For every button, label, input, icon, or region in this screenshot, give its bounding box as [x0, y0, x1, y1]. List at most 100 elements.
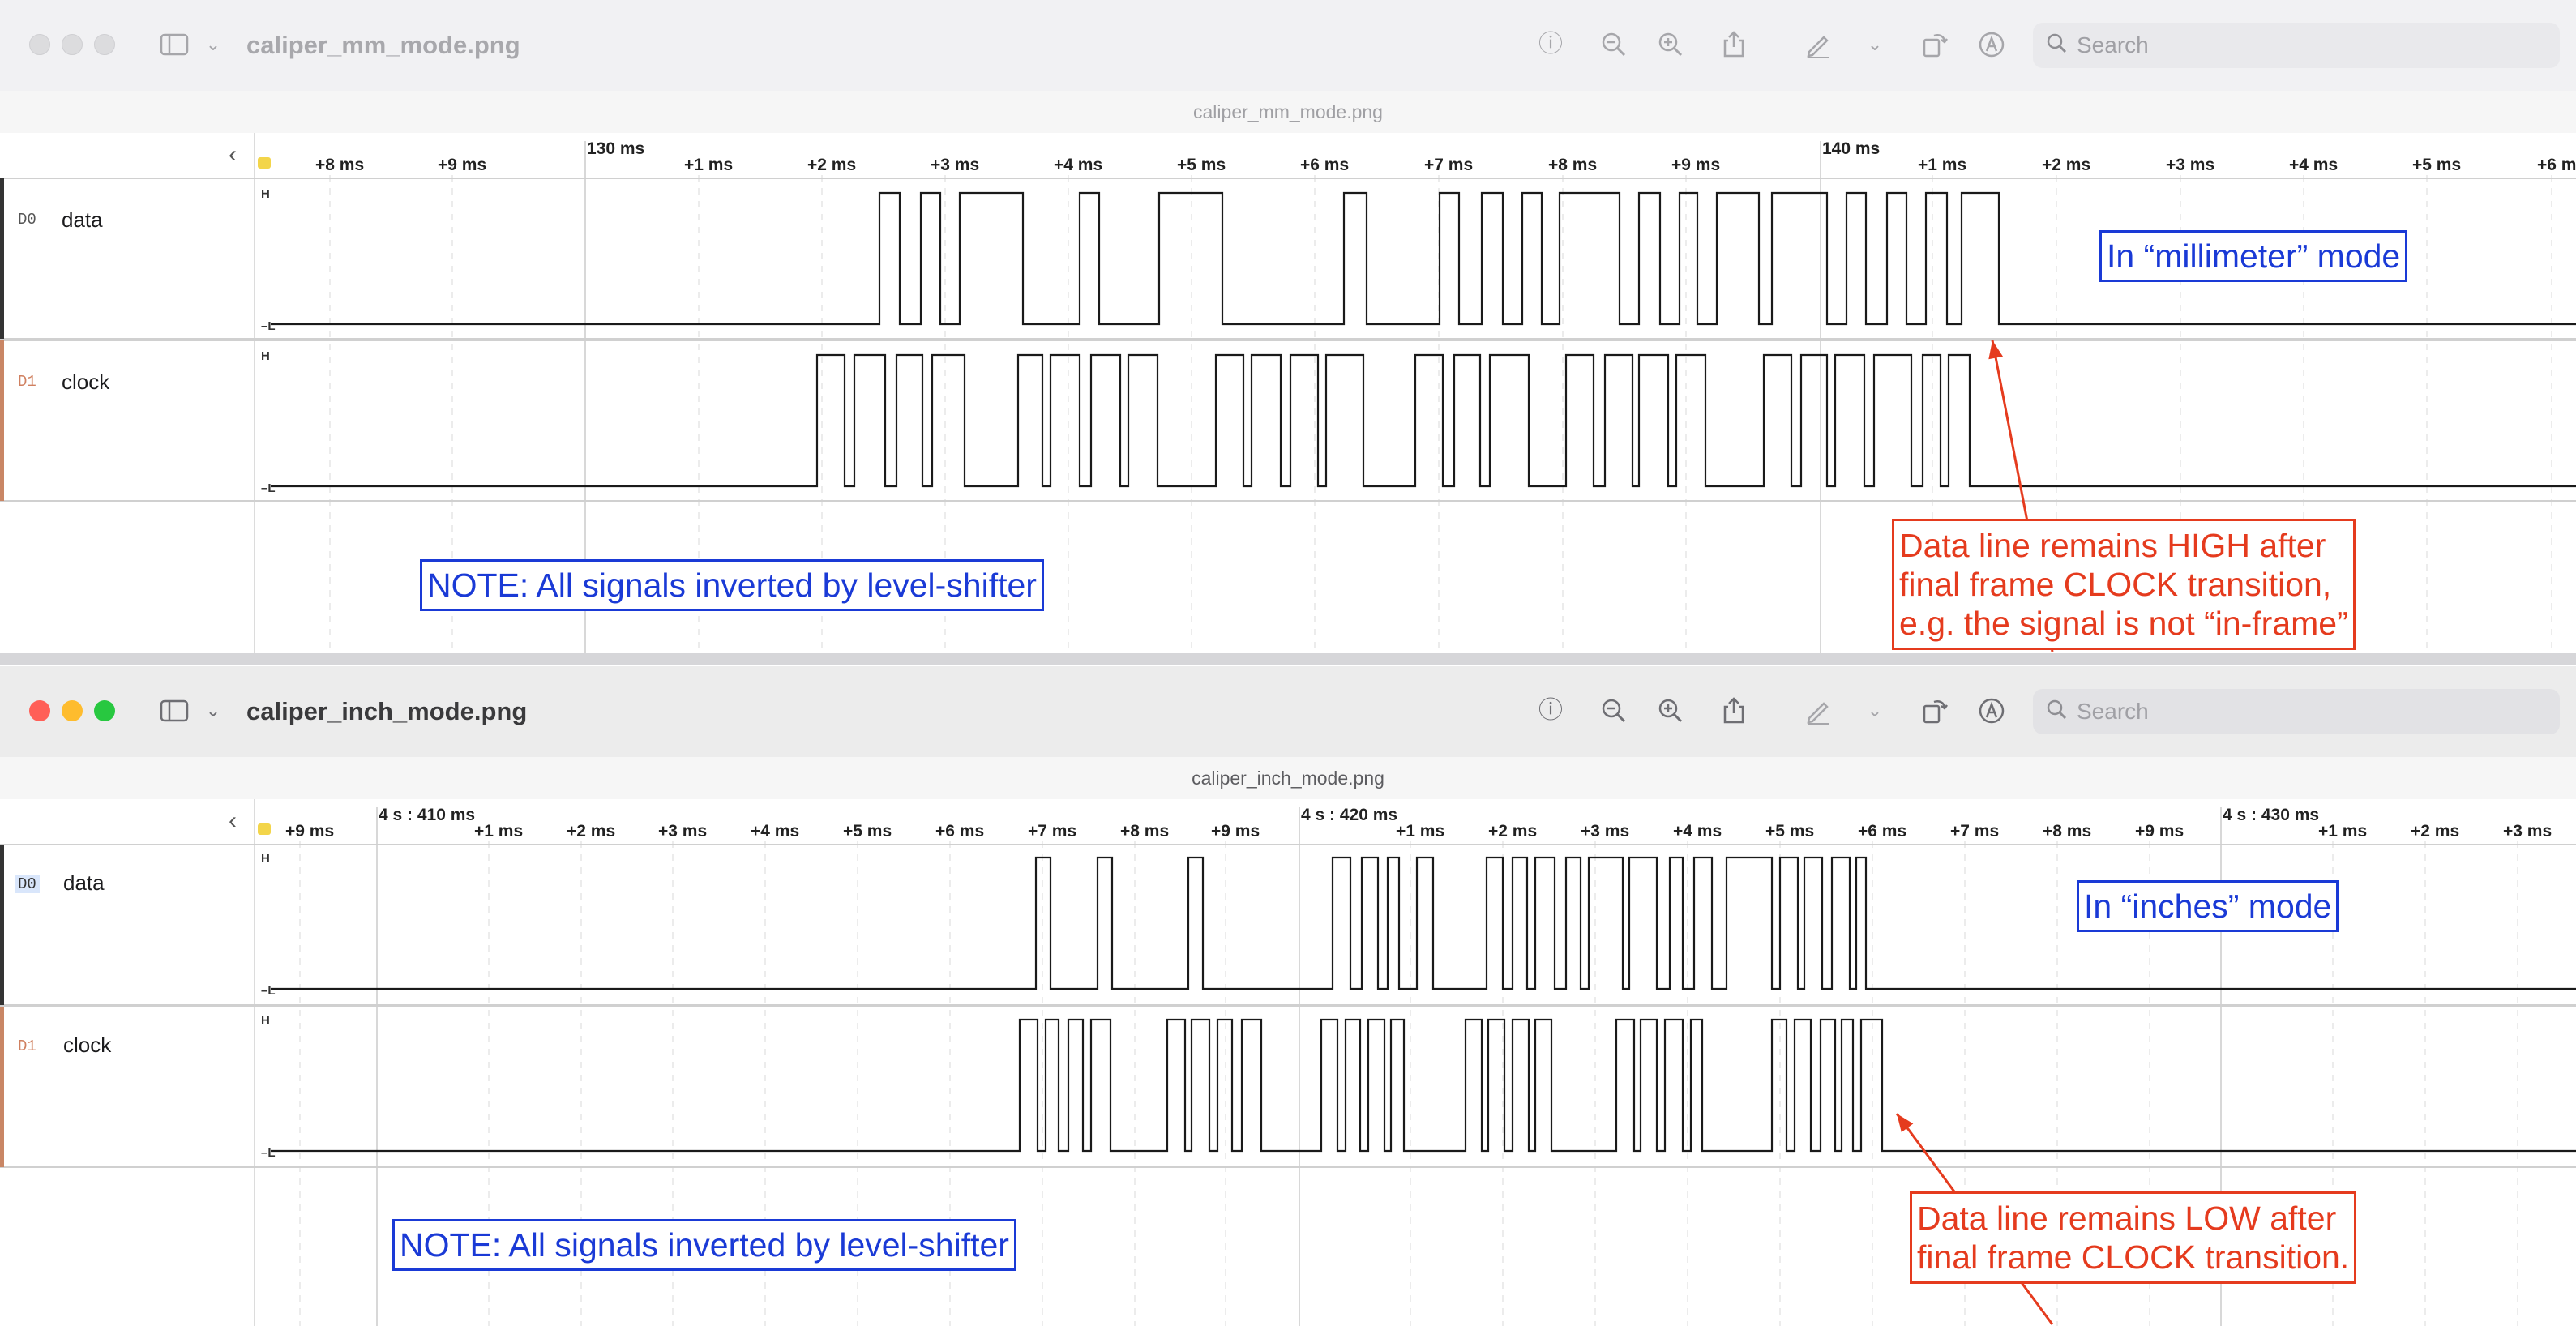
ruler-tick-label: +9 ms — [2135, 822, 2184, 841]
zoom-out-icon[interactable] — [1598, 29, 1629, 60]
ruler-tick-label: +8 ms — [1548, 156, 1597, 174]
ruler-tick-label: +1 ms — [474, 822, 523, 841]
markup-pen-icon[interactable] — [1803, 29, 1834, 60]
channel-color-bar — [0, 178, 4, 339]
ruler-tick-label: +3 ms — [2503, 822, 2552, 841]
ruler-tick-label: +3 ms — [658, 822, 707, 841]
window-caliper-mm: ⌄ caliper_mm_mode.png ⓘ ⌄ Search caliper… — [0, 0, 2576, 665]
info-icon[interactable]: ⓘ — [1535, 29, 1566, 60]
inverted-note: NOTE: All signals inverted by level-shif… — [420, 559, 1044, 611]
channel-color-bar — [0, 1007, 4, 1167]
level-high-label: H — [261, 1014, 270, 1028]
ruler-tick-label: +6 ms — [1300, 156, 1349, 174]
document-subtitle: caliper_inch_mode.png — [0, 757, 2576, 800]
zoom-in-icon[interactable] — [1655, 29, 1686, 60]
zoom-in-icon[interactable] — [1655, 695, 1686, 726]
ruler-tick-label: +6 ms — [2537, 156, 2576, 174]
ruler-tick-label: +8 ms — [2043, 822, 2091, 841]
rotate-icon[interactable] — [1919, 29, 1950, 60]
ruler-tick-label: +1 ms — [2318, 822, 2367, 841]
ruler-tick-label: +9 ms — [438, 156, 486, 174]
level-high-label: H — [261, 852, 270, 866]
search-placeholder: Search — [2077, 32, 2149, 58]
collapse-chevron-icon[interactable]: ‹ — [229, 807, 237, 834]
channel-color-bar — [0, 845, 4, 1005]
ruler-tick-label: +2 ms — [2042, 156, 2090, 174]
collapse-chevron-icon[interactable]: ‹ — [229, 141, 237, 168]
ruler-tick-label: +5 ms — [1177, 156, 1226, 174]
window-edge — [0, 653, 2576, 665]
ruler-tick-label: +5 ms — [2412, 156, 2461, 174]
share-icon[interactable] — [1718, 695, 1749, 726]
chevron-down-icon[interactable]: ⌄ — [1859, 695, 1890, 726]
ruler-tick-label: 4 s : 420 ms — [1301, 806, 1397, 824]
ruler-tick-label: +9 ms — [1671, 156, 1720, 174]
level-high-label: H — [261, 349, 270, 363]
ruler-tick-label: +9 ms — [285, 822, 334, 841]
search-icon — [2044, 697, 2070, 729]
ruler-tick-label: +4 ms — [1673, 822, 1722, 841]
ruler-tick-label: +4 ms — [2289, 156, 2338, 174]
chevron-down-icon[interactable]: ⌄ — [1859, 29, 1890, 60]
level-low-label: –L — [261, 481, 276, 495]
search-field[interactable]: Search — [2033, 689, 2560, 734]
close-window-button[interactable] — [29, 34, 50, 55]
ruler-tick-label: +3 ms — [1581, 822, 1629, 841]
sidebar-toggle-icon[interactable] — [159, 695, 190, 726]
ruler-tick-label: +9 ms — [1211, 822, 1260, 841]
minimize-window-button[interactable] — [62, 700, 83, 721]
rotate-icon[interactable] — [1919, 695, 1950, 726]
markup-pen-icon[interactable] — [1803, 695, 1834, 726]
ruler-tick-label: +1 ms — [1396, 822, 1444, 841]
ruler-tick-label: +7 ms — [1028, 822, 1076, 841]
ruler-tick-label: 4 s : 430 ms — [2223, 806, 2319, 824]
markup-icon[interactable] — [1976, 29, 2007, 60]
ruler-tick-label: +1 ms — [1918, 156, 1966, 174]
zoom-window-button[interactable] — [94, 700, 115, 721]
window-title: caliper_inch_mode.png — [246, 697, 528, 725]
ruler-tick-label: +3 ms — [931, 156, 979, 174]
sidebar-toggle-icon[interactable] — [159, 29, 190, 60]
channel-name-clock: clock — [62, 370, 110, 394]
level-low-label: –L — [261, 1146, 276, 1160]
ruler-tick-label: +4 ms — [751, 822, 799, 841]
ruler-tick-label: +6 ms — [1858, 822, 1906, 841]
cursor-marker[interactable] — [258, 157, 271, 169]
minimize-window-button[interactable] — [62, 34, 83, 55]
close-window-button[interactable] — [29, 700, 50, 721]
ruler-tick-label: 140 ms — [1822, 139, 1880, 158]
search-field[interactable]: Search — [2033, 23, 2560, 68]
channel-color-bar — [0, 340, 4, 501]
ruler-tick-label: +2 ms — [807, 156, 856, 174]
ruler-tick-label: +5 ms — [1765, 822, 1814, 841]
zoom-window-button[interactable] — [94, 34, 115, 55]
title-bar: ⌄ caliper_inch_mode.png ⓘ ⌄ Search — [0, 666, 2576, 757]
markup-icon[interactable] — [1976, 695, 2007, 726]
channel-name-data: data — [62, 207, 103, 232]
ruler-tick-label: +6 ms — [935, 822, 984, 841]
ruler-tick-label: +1 ms — [684, 156, 733, 174]
info-icon[interactable]: ⓘ — [1535, 695, 1566, 726]
channel-id-d0: D0 — [15, 875, 40, 893]
share-icon[interactable] — [1718, 29, 1749, 60]
channel-id-d0: D0 — [18, 211, 36, 229]
ruler-tick-label: +8 ms — [1120, 822, 1169, 841]
ruler-tick-label: 130 ms — [587, 139, 644, 158]
ruler-tick-label: +4 ms — [1054, 156, 1102, 174]
cursor-marker[interactable] — [258, 823, 271, 835]
level-low-label: –L — [261, 319, 276, 333]
search-placeholder: Search — [2077, 699, 2149, 724]
ruler-tick-label: +2 ms — [1488, 822, 1537, 841]
chevron-down-icon[interactable]: ⌄ — [198, 29, 229, 60]
zoom-out-icon[interactable] — [1598, 695, 1629, 726]
chevron-down-icon[interactable]: ⌄ — [198, 695, 229, 726]
channel-id-d1: D1 — [18, 1037, 36, 1055]
channel-name-clock: clock — [63, 1033, 112, 1057]
channel-name-data: data — [63, 870, 105, 895]
callout-annotation: Data line remains HIGH after final frame… — [1892, 519, 2356, 650]
window-caliper-inch: ⌄ caliper_inch_mode.png ⓘ ⌄ Search calip… — [0, 666, 2576, 1326]
ruler-tick-label: +8 ms — [315, 156, 364, 174]
mode-annotation: In “inches” mode — [2077, 880, 2339, 932]
inverted-note: NOTE: All signals inverted by level-shif… — [392, 1219, 1016, 1271]
document-subtitle: caliper_mm_mode.png — [0, 91, 2576, 134]
